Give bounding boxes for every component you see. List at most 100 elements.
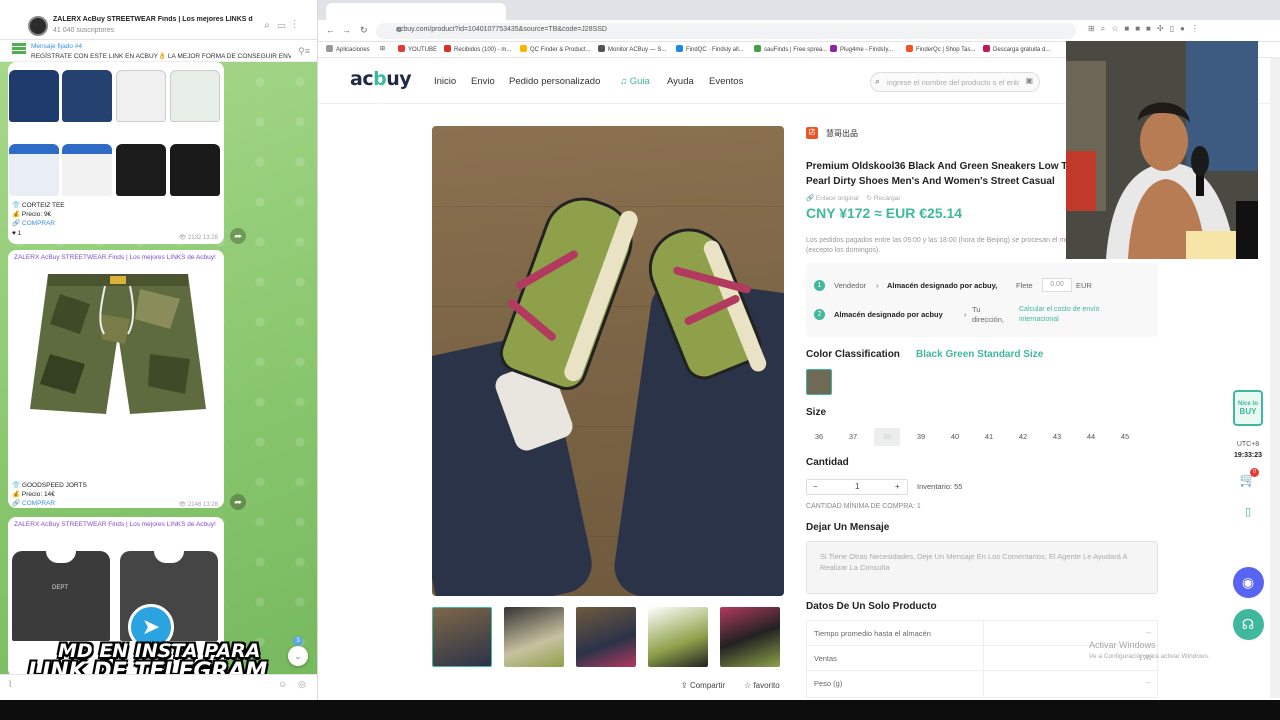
size-option[interactable]: 42 xyxy=(1010,428,1036,446)
nice-to-buy-badge[interactable]: Nice to BUY xyxy=(1226,390,1270,426)
quantity-minus-button[interactable]: − xyxy=(813,482,818,491)
shorts-image[interactable] xyxy=(30,274,206,424)
forward-icon[interactable]: ➦ xyxy=(230,228,246,244)
buy-link[interactable]: 🔗 COMPRAR xyxy=(12,219,55,227)
nav-guia[interactable]: ♫ Guia xyxy=(620,76,650,87)
pin-list-icon[interactable]: ⚲≡ xyxy=(298,46,310,57)
bookmark-grid-icon[interactable]: ⊞ xyxy=(380,45,385,52)
freight-input[interactable]: 0.00 xyxy=(1042,278,1072,292)
bookmark-plug4me[interactable]: Plug4me - FindsIy... xyxy=(830,45,893,53)
size-option[interactable]: 41 xyxy=(976,428,1002,446)
pinned-message[interactable]: Mensaje fijado #4 REGÍSTRATE CON ESTE LI… xyxy=(0,40,317,62)
extension-icon[interactable]: ■ xyxy=(1124,24,1135,33)
mobile-app-icon[interactable]: ▯ xyxy=(1226,505,1270,518)
menu-icon[interactable]: ⋮ xyxy=(1191,24,1205,33)
acbuy-logo[interactable]: acbuy xyxy=(350,68,412,90)
emoji-icon[interactable]: ☺ xyxy=(278,679,287,689)
calculate-shipping-link[interactable]: Calcular el costo de envío internacional xyxy=(1019,305,1100,325)
sidebar-icon[interactable]: ▯ xyxy=(1170,24,1180,33)
size-option[interactable]: 40 xyxy=(942,428,968,446)
url-field[interactable]: ⚙ acbuy.com/product?id=1040107753435&sou… xyxy=(376,23,1076,39)
browser-tab[interactable] xyxy=(326,3,506,20)
profile-icon[interactable]: ● xyxy=(1180,24,1191,33)
thumbnail[interactable] xyxy=(432,607,492,667)
search-icon[interactable]: ⌕ xyxy=(264,20,278,31)
reaction[interactable]: ♥ 1 xyxy=(12,230,21,237)
jersey-image[interactable] xyxy=(9,144,59,196)
bookmark-findqc[interactable]: FindQC · Findsly all... xyxy=(676,45,744,53)
channel-post[interactable]: ZALERX AcBuy STREETWEAR Finds | Los mejo… xyxy=(8,250,224,508)
back-icon[interactable]: ← xyxy=(326,25,335,35)
star-icon[interactable]: ☆ xyxy=(1111,24,1124,33)
favorite-button[interactable]: ☆ favorito xyxy=(744,681,780,690)
jersey-image[interactable] xyxy=(62,144,112,196)
share-button[interactable]: ⇪ Compartir xyxy=(681,681,725,690)
nav-inicio[interactable]: Inicio xyxy=(434,76,456,87)
store-name[interactable]: 慧哥出品 xyxy=(826,128,858,139)
scroll-down-icon[interactable]: ⌄ xyxy=(288,646,308,666)
channel-avatar[interactable] xyxy=(28,16,48,36)
puzzle-icon[interactable]: ✣ xyxy=(1157,24,1170,33)
page-scrollbar[interactable] xyxy=(1270,58,1280,698)
cart-icon[interactable]: 🛒 0 xyxy=(1226,468,1270,488)
size-option[interactable]: 43 xyxy=(1044,428,1070,446)
discord-button[interactable]: ◉ xyxy=(1226,567,1270,598)
bookmark-finderqc[interactable]: FinderQc | Shop Tas... xyxy=(906,45,975,53)
jersey-image[interactable] xyxy=(116,70,166,122)
message-icon[interactable]: ▭ xyxy=(278,20,294,31)
size-option[interactable]: 38 xyxy=(874,428,900,446)
channel-title[interactable]: ZALERX AcBuy STREETWEAR Finds | Los mejo… xyxy=(53,16,253,23)
refresh-link[interactable]: ↻ Recargar xyxy=(867,195,901,202)
thumbnail[interactable] xyxy=(720,607,780,667)
attach-icon[interactable]: ⌇ xyxy=(8,679,12,690)
extension-icon[interactable]: ■ xyxy=(1146,24,1157,33)
product-search[interactable]: ⌕ ingrese el nombre del producto o el en… xyxy=(870,72,1040,92)
thumbnail[interactable] xyxy=(576,607,636,667)
bookmark-download[interactable]: Descarga gratuita d... xyxy=(983,45,1050,53)
bookmark-saufinds[interactable]: sauFinds | Free sprea... xyxy=(754,45,827,53)
reload-icon[interactable]: ↻ xyxy=(360,25,368,36)
thumbnail[interactable] xyxy=(648,607,708,667)
product-main-image[interactable] xyxy=(432,126,784,596)
jersey-image[interactable] xyxy=(170,144,220,196)
bookmark-gmail[interactable]: Recibidos (100) - m... xyxy=(444,45,511,53)
nav-ayuda[interactable]: Ayuda xyxy=(667,76,694,87)
bookmark-youtube[interactable]: YOUTUBE xyxy=(398,45,437,53)
nav-envio[interactable]: Envio xyxy=(471,76,495,87)
translate-icon[interactable]: ⊞ xyxy=(1088,24,1101,33)
search-icon[interactable]: ⌕ xyxy=(875,76,880,87)
bookmark-apps[interactable]: Aplicaciones xyxy=(326,45,370,53)
telegram-header: ZALERX AcBuy STREETWEAR Finds | Los mejo… xyxy=(0,0,317,40)
size-option[interactable]: 37 xyxy=(840,428,866,446)
size-option[interactable]: 44 xyxy=(1078,428,1104,446)
forward-nav-icon[interactable]: → xyxy=(342,25,351,35)
bookmark-monitor[interactable]: Monitor ACBuy — S... xyxy=(598,45,666,53)
jersey-image[interactable] xyxy=(170,70,220,122)
jersey-image[interactable] xyxy=(62,70,112,122)
jersey-image[interactable] xyxy=(116,144,166,196)
channel-post[interactable]: 👕 CORTEIZ TEE 💰 Precio: 9€ 🔗 COMPRAR ♥ 1… xyxy=(8,62,224,244)
message-textarea[interactable]: Si Tiene Otras Necesidades, Deje Un Mens… xyxy=(806,541,1158,594)
tee-image[interactable]: DEPT xyxy=(12,551,110,641)
zoom-icon[interactable]: ⌕ xyxy=(1101,24,1111,33)
jersey-image[interactable] xyxy=(9,70,59,122)
bookmark-qcfinder[interactable]: QC Finder & Product... xyxy=(520,45,591,53)
nav-eventos[interactable]: Eventos xyxy=(709,76,743,87)
quantity-value[interactable]: 1 xyxy=(855,482,859,491)
support-button[interactable]: ☊ xyxy=(1226,609,1270,640)
buy-link[interactable]: 🔗 COMPRAR xyxy=(12,499,55,507)
nav-pedido-personalizado[interactable]: Pedido personalizado xyxy=(509,76,600,87)
thumbnail[interactable] xyxy=(504,607,564,667)
forward-icon[interactable]: ➦ xyxy=(230,494,246,510)
image-search-icon[interactable]: ▣ xyxy=(1025,76,1033,85)
extension-icon[interactable]: ■ xyxy=(1135,24,1146,33)
color-swatch[interactable] xyxy=(806,369,832,395)
size-option[interactable]: 45 xyxy=(1112,428,1138,446)
quantity-plus-button[interactable]: + xyxy=(895,482,900,491)
camera-icon[interactable]: ◎ xyxy=(298,679,306,690)
size-option[interactable]: 39 xyxy=(908,428,934,446)
original-link[interactable]: 🔗 Enlace original ↻ Recargar xyxy=(806,194,901,202)
store-icon: 店 xyxy=(806,127,818,139)
more-icon[interactable]: ⋮ xyxy=(294,20,305,31)
size-option[interactable]: 36 xyxy=(806,428,832,446)
